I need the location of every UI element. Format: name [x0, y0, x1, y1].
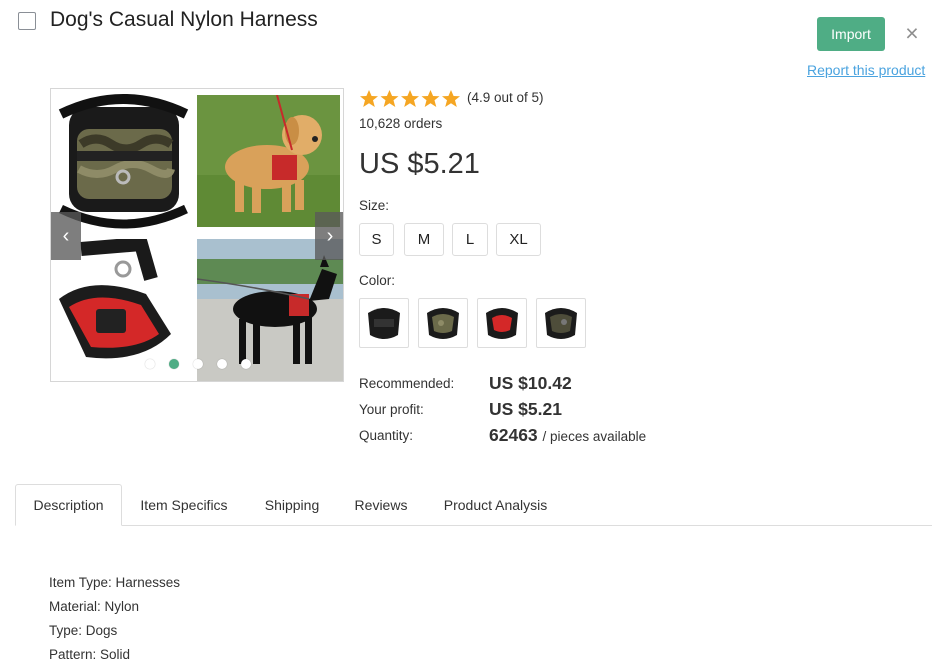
- spec-material: Material: Nylon: [49, 599, 140, 614]
- rating-text: (4.9 out of 5): [467, 90, 544, 105]
- report-product-link[interactable]: Report this product: [807, 62, 925, 78]
- product-image-puppy: [197, 95, 340, 227]
- size-option-xl[interactable]: XL: [496, 223, 541, 256]
- gallery-prev-arrow-icon[interactable]: ‹: [51, 212, 81, 260]
- orders-count: 10,628 orders: [359, 116, 443, 131]
- tab-product-analysis[interactable]: Product Analysis: [428, 484, 563, 526]
- color-swatch-black[interactable]: [359, 298, 409, 348]
- star-icon: [380, 90, 399, 107]
- gallery-dot[interactable]: [145, 359, 155, 369]
- quantity-number: 62463: [489, 425, 538, 445]
- gallery-dot[interactable]: [169, 359, 179, 369]
- star-icon: [401, 90, 419, 107]
- import-button[interactable]: Import: [817, 17, 885, 51]
- spec-pattern: Pattern: Solid: [49, 647, 131, 662]
- tab-reviews[interactable]: Reviews: [340, 484, 422, 526]
- quantity-value: 62463 / pieces available: [489, 425, 646, 446]
- close-icon[interactable]: ×: [902, 22, 922, 45]
- gallery-dot[interactable]: [193, 359, 203, 369]
- product-title: Dog's Casual Nylon Harness: [50, 8, 318, 31]
- product-image-gallery[interactable]: ‹ ›: [50, 88, 344, 382]
- quantity-suffix: / pieces available: [542, 429, 647, 444]
- rating-stars: [359, 89, 461, 109]
- quantity-label: Quantity:: [359, 428, 414, 443]
- star-icon: [360, 90, 378, 107]
- gallery-dot[interactable]: [241, 359, 251, 369]
- recommended-price: US $10.42: [489, 373, 572, 393]
- color-swatch-red[interactable]: [477, 298, 527, 348]
- spec-item-type: Item Type: Harnesses: [49, 575, 181, 590]
- profit-label: Your profit:: [359, 402, 424, 417]
- tab-description[interactable]: Description: [15, 484, 122, 526]
- select-product-checkbox[interactable]: [18, 12, 36, 30]
- size-option-l[interactable]: L: [452, 223, 488, 256]
- size-option-s[interactable]: S: [359, 223, 394, 256]
- size-option-m[interactable]: M: [404, 223, 444, 256]
- color-swatch-camo[interactable]: [418, 298, 468, 348]
- size-label: Size:: [359, 198, 390, 213]
- recommended-label: Recommended:: [359, 376, 455, 391]
- gallery-next-arrow-icon[interactable]: ›: [315, 212, 343, 260]
- color-swatch-camo-dark[interactable]: [536, 298, 586, 348]
- spec-type: Type: Dogs: [49, 623, 118, 638]
- star-icon: [442, 90, 460, 107]
- product-price: US $5.21: [359, 148, 480, 180]
- tab-shipping[interactable]: Shipping: [250, 484, 334, 526]
- star-icon: [421, 90, 440, 107]
- profit-value: US $5.21: [489, 399, 562, 419]
- gallery-dot[interactable]: [217, 359, 227, 369]
- tab-item-specifics[interactable]: Item Specifics: [124, 484, 244, 526]
- color-label: Color:: [359, 273, 396, 288]
